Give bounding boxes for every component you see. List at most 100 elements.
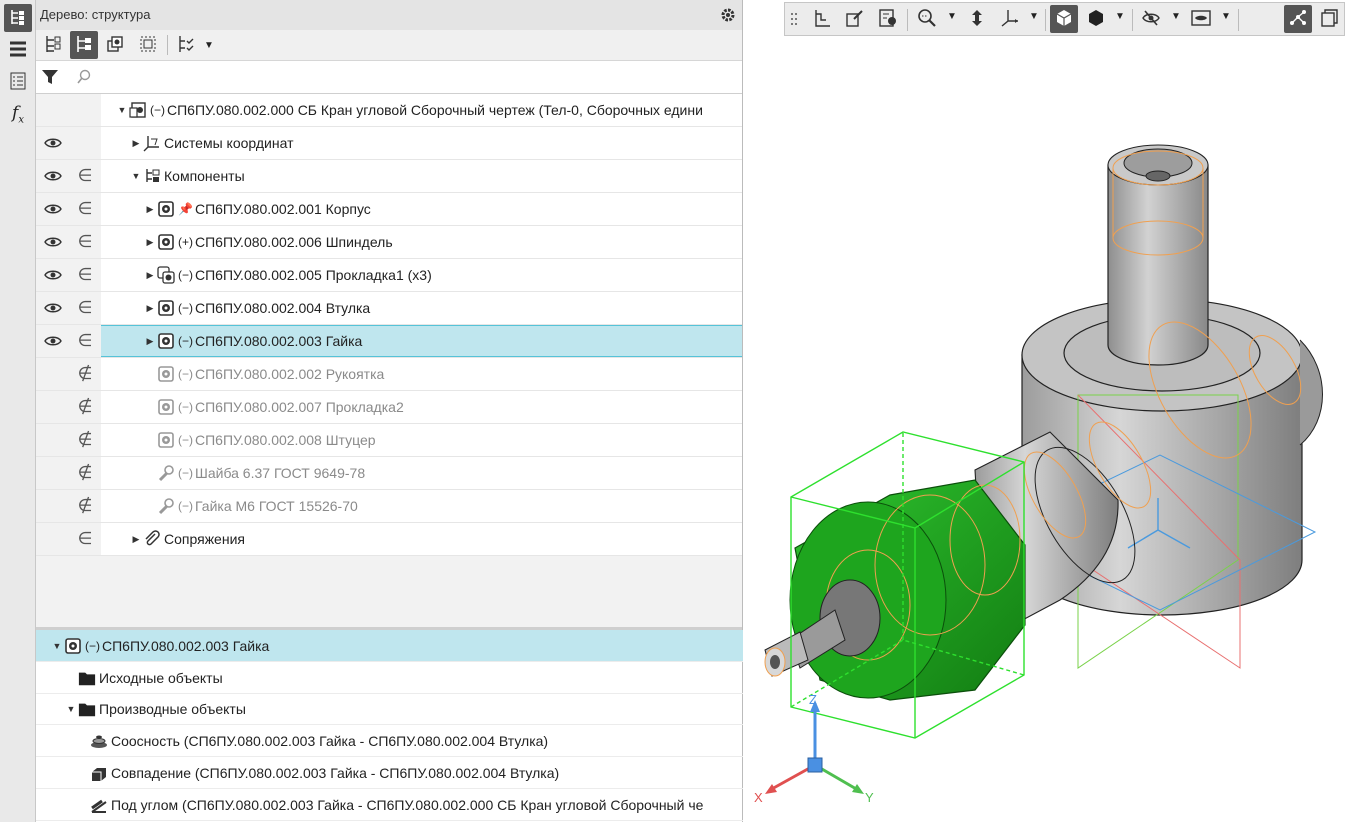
tree-row-label: СП6ПУ.080.002.006 Шпиндель: [195, 234, 393, 250]
tree-row-label: СП6ПУ.080.002.002 Рукоятка: [195, 366, 385, 382]
angle-icon: [90, 796, 108, 814]
relation-row-angle[interactable]: Под углом (СП6ПУ.080.002.003 Гайка - СП6…: [36, 789, 796, 821]
eye-icon[interactable]: [37, 193, 69, 225]
model-canvas[interactable]: [743, 0, 1345, 822]
expand-arrow-icon[interactable]: ▶: [143, 336, 157, 347]
coincident-icon: [90, 764, 108, 782]
expand-arrow-icon[interactable]: ▶: [143, 303, 157, 314]
state-minus-icon: (−): [178, 367, 193, 381]
coordinate-system-icon: [143, 134, 161, 152]
tree-row-vtulka[interactable]: ∈ ▶ (−) СП6ПУ.080.002.004 Втулка: [36, 292, 742, 325]
tree-row-label: СП6ПУ.080.002.004 Втулка: [195, 300, 371, 316]
panel-title-bar: Дерево: структура: [36, 0, 742, 31]
tree-row-prokladka2[interactable]: ∉ (−) СП6ПУ.080.002.007 Прокладка2: [36, 391, 742, 424]
eye-icon[interactable]: [37, 127, 69, 159]
multi-part-icon: [157, 266, 175, 284]
element-of-icon[interactable]: ∈: [69, 259, 101, 291]
part-icon: [157, 299, 175, 317]
structure-tree-button[interactable]: [39, 31, 67, 59]
excluded-element-icon[interactable]: ∉: [69, 391, 101, 423]
expand-arrow-icon[interactable]: ▼: [64, 704, 78, 714]
relations-header-row[interactable]: ▼ (−) СП6ПУ.080.002.003 Гайка: [36, 630, 756, 662]
element-of-icon[interactable]: ∈: [69, 523, 101, 555]
tree-panel-button[interactable]: [4, 4, 32, 32]
expand-arrow-icon[interactable]: ▶: [143, 237, 157, 248]
tree-row-rukoyatka[interactable]: ∉ (−) СП6ПУ.080.002.002 Рукоятка: [36, 358, 742, 391]
3d-viewport[interactable]: ▼ ▼ ▼ ▼ ▼ Z X Y: [743, 0, 1345, 822]
structure-tree: ▼ (−) СП6ПУ.080.002.000 СБ Кран угловой …: [36, 94, 742, 627]
gear-icon[interactable]: [716, 3, 740, 27]
display-filter-button[interactable]: [172, 31, 200, 59]
tree-row-shpindel[interactable]: ∈ ▶ (+) СП6ПУ.080.002.006 Шпиндель: [36, 226, 742, 259]
tree-row-label: СП6ПУ.080.002.001 Корпус: [194, 201, 371, 217]
tree-row-label: Компоненты: [164, 168, 245, 184]
element-of-icon[interactable]: ∈: [69, 325, 101, 357]
relation-row-concentric[interactable]: Соосность (СП6ПУ.080.002.003 Гайка - СП6…: [36, 725, 796, 757]
derived-objects-row[interactable]: ▼ Производные объекты: [36, 693, 770, 725]
panel-toolbar: ▼: [36, 30, 742, 61]
element-of-icon[interactable]: ∈: [69, 160, 101, 192]
excluded-element-icon[interactable]: ∉: [69, 424, 101, 456]
list-panel-button[interactable]: [4, 68, 32, 96]
tree-row-mates[interactable]: ∈ ▶ Сопряжения: [36, 523, 742, 556]
state-minus-icon: (−): [178, 499, 193, 513]
spindle-stem[interactable]: [1107, 144, 1209, 366]
expand-arrow-icon[interactable]: ▶: [129, 138, 143, 149]
part-icon: [157, 365, 175, 383]
display-filter-dropdown[interactable]: ▼: [200, 31, 218, 59]
tree-row-shtucer[interactable]: ∉ (−) СП6ПУ.080.002.008 Штуцер: [36, 424, 742, 457]
tree-row-prokladka1[interactable]: ∈ ▶ (−) СП6ПУ.080.002.005 Прокладка1 (х3…: [36, 259, 742, 292]
eye-icon[interactable]: [37, 160, 69, 192]
tree-row-components[interactable]: ∈ ▼ Компоненты: [36, 160, 742, 193]
eye-icon[interactable]: [37, 259, 69, 291]
tree-numbered-icon: [43, 34, 63, 57]
expand-arrow-icon[interactable]: ▼: [50, 641, 64, 651]
relation-label: Под углом (СП6ПУ.080.002.003 Гайка - СП6…: [111, 796, 704, 813]
search-icon: [76, 69, 92, 88]
relation-row-coincident[interactable]: Совпадение (СП6ПУ.080.002.003 Гайка - СП…: [36, 757, 796, 789]
element-of-icon[interactable]: ∈: [69, 292, 101, 324]
expand-arrow-icon[interactable]: ▼: [115, 105, 129, 115]
excluded-element-icon[interactable]: ∉: [69, 457, 101, 489]
state-plus-icon: (+): [178, 235, 193, 249]
excluded-element-icon[interactable]: ∉: [69, 490, 101, 522]
eye-icon[interactable]: [37, 226, 69, 258]
search-input[interactable]: [98, 65, 732, 89]
state-minus-icon: (−): [178, 301, 193, 315]
excluded-element-icon[interactable]: ∉: [69, 358, 101, 390]
axis-label-x: X: [754, 790, 763, 805]
tree-row-shayba[interactable]: ∉ (−) Шайба 6.37 ГОСТ 9649-78: [36, 457, 742, 490]
source-objects-row[interactable]: Исходные объекты: [36, 662, 784, 694]
checklist-icon: [9, 72, 27, 93]
selected-nut-gayka[interactable]: [764, 479, 1026, 701]
state-minus-icon: (−): [150, 103, 165, 117]
eye-icon[interactable]: [37, 325, 69, 357]
selection-frame-button[interactable]: [134, 31, 162, 59]
axis-label-z: Z: [809, 692, 817, 707]
build-tree-button[interactable]: [70, 31, 98, 59]
eye-icon[interactable]: [37, 292, 69, 324]
axis-triad: [765, 700, 864, 794]
tree-row-root[interactable]: ▼ (−) СП6ПУ.080.002.000 СБ Кран угловой …: [36, 94, 742, 127]
properties-panel-button[interactable]: [4, 36, 32, 64]
tree-row-gayka-selected[interactable]: ∈ ▶ (−) СП6ПУ.080.002.003 Гайка: [36, 325, 742, 358]
element-of-icon[interactable]: ∈: [69, 226, 101, 258]
expand-arrow-icon[interactable]: ▶: [129, 534, 143, 545]
tree-icon: [9, 8, 27, 29]
paperclip-icon: [143, 530, 161, 548]
component-view-button[interactable]: [102, 31, 130, 59]
state-minus-icon: (−): [178, 400, 193, 414]
expand-arrow-icon[interactable]: ▼: [129, 171, 143, 181]
element-of-icon[interactable]: ∈: [69, 193, 101, 225]
tree-row-korpus[interactable]: ∈ ▶ 📌 СП6ПУ.080.002.001 Корпус: [36, 193, 742, 226]
expand-arrow-icon[interactable]: ▶: [143, 270, 157, 281]
part-icon: [64, 637, 82, 655]
tree-row-gayka-m6[interactable]: ∉ (−) Гайка М6 ГОСТ 15526-70: [36, 490, 742, 523]
tree-row-coordinate-systems[interactable]: ▶ Системы координат: [36, 127, 742, 160]
triangle-down-icon: ▼: [204, 39, 214, 51]
part-icon: [157, 200, 175, 218]
funnel-icon[interactable]: [40, 67, 60, 90]
axis-label-y: Y: [865, 790, 874, 805]
variables-panel-button[interactable]: fx: [4, 100, 32, 128]
expand-arrow-icon[interactable]: ▶: [143, 204, 157, 215]
